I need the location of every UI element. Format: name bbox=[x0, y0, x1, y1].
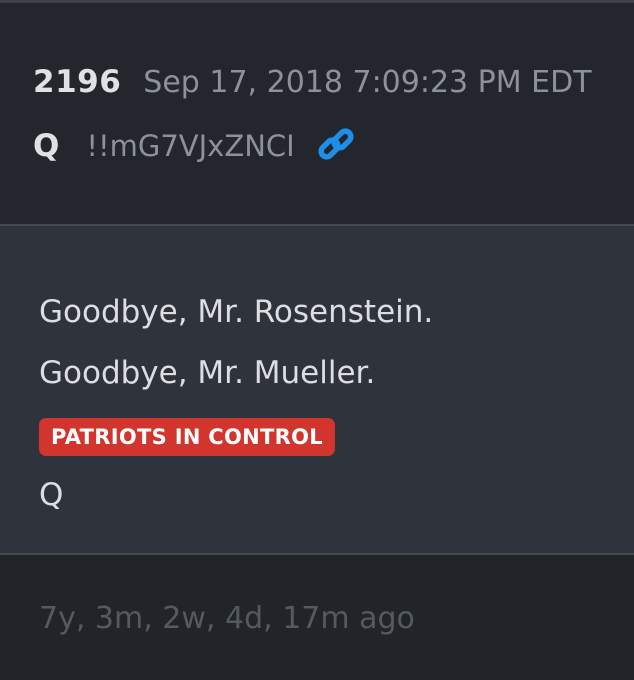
message-line-2: Goodbye, Mr. Mueller. bbox=[39, 355, 376, 391]
patriots-badge: PATRIOTS IN CONTROL bbox=[39, 418, 335, 456]
post-number[interactable]: 2196 bbox=[33, 64, 121, 100]
post-meta-row: 2196 Sep 17, 2018 7:09:23 PM EDT bbox=[33, 64, 592, 104]
message-line-1: Goodbye, Mr. Rosenstein. bbox=[39, 294, 434, 330]
post-author-row: Q !!mG7VJxZNCI bbox=[33, 126, 355, 166]
link-icon[interactable] bbox=[317, 127, 355, 165]
post-header: 2196 Sep 17, 2018 7:09:23 PM EDT Q !!mG7… bbox=[0, 3, 634, 224]
time-ago: 7y, 3m, 2w, 4d, 17m ago bbox=[39, 601, 415, 636]
post-date: Sep 17, 2018 7:09:23 PM EDT bbox=[143, 65, 592, 100]
post-card: 2196 Sep 17, 2018 7:09:23 PM EDT Q !!mG7… bbox=[0, 0, 634, 680]
post-author: Q bbox=[33, 128, 60, 164]
signature: Q bbox=[39, 477, 64, 513]
post-tripcode: !!mG7VJxZNCI bbox=[86, 129, 295, 163]
